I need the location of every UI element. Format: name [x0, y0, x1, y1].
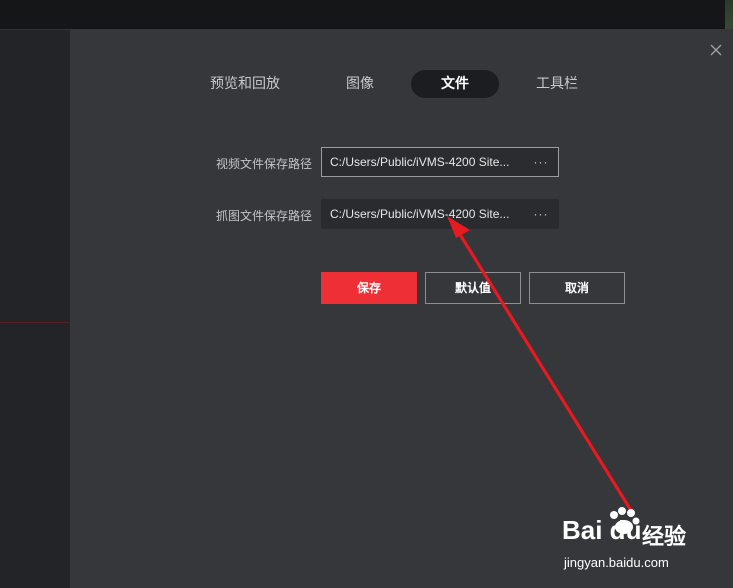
video-path-field[interactable]: C:/Users/Public/iVMS-4200 Site... ···	[321, 147, 559, 177]
close-icon[interactable]	[708, 42, 724, 58]
background-left-pane	[0, 29, 70, 588]
divider-line	[0, 29, 70, 30]
settings-tabs: 预览和回放 图像 文件 工具栏	[0, 70, 733, 98]
snapshot-path-field[interactable]: C:/Users/Public/iVMS-4200 Site... ···	[321, 199, 559, 229]
tab-image[interactable]: 图像	[330, 70, 390, 98]
video-path-label: 视频文件保存路径	[215, 157, 312, 171]
cancel-button[interactable]: 取消	[529, 272, 625, 304]
video-path-value: C:/Users/Public/iVMS-4200 Site...	[330, 155, 510, 169]
tab-file[interactable]: 文件	[411, 70, 499, 98]
watermark-brand: 经验	[642, 525, 687, 550]
app-window: 预览和回放 图像 文件 工具栏 视频文件保存路径 C:/Users/Public…	[0, 0, 733, 588]
snapshot-path-label: 抓图文件保存路径	[215, 209, 312, 223]
settings-dialog	[70, 29, 733, 588]
save-button[interactable]: 保存	[321, 272, 417, 304]
tab-preview-playback[interactable]: 预览和回放	[200, 70, 290, 98]
snapshot-path-browse-button[interactable]: ···	[530, 200, 552, 228]
tab-toolbar[interactable]: 工具栏	[525, 70, 589, 98]
default-button[interactable]: 默认值	[425, 272, 521, 304]
watermark-url: jingyan.baidu.com	[564, 555, 669, 570]
top-bar	[0, 0, 733, 29]
watermark: Bai du 经验 jingyan.baidu.com	[562, 507, 732, 583]
snapshot-path-value: C:/Users/Public/iVMS-4200 Site...	[330, 207, 510, 221]
divider-line	[0, 322, 70, 323]
video-path-browse-button[interactable]: ···	[530, 148, 552, 176]
watermark-logo: Bai du	[562, 515, 642, 545]
